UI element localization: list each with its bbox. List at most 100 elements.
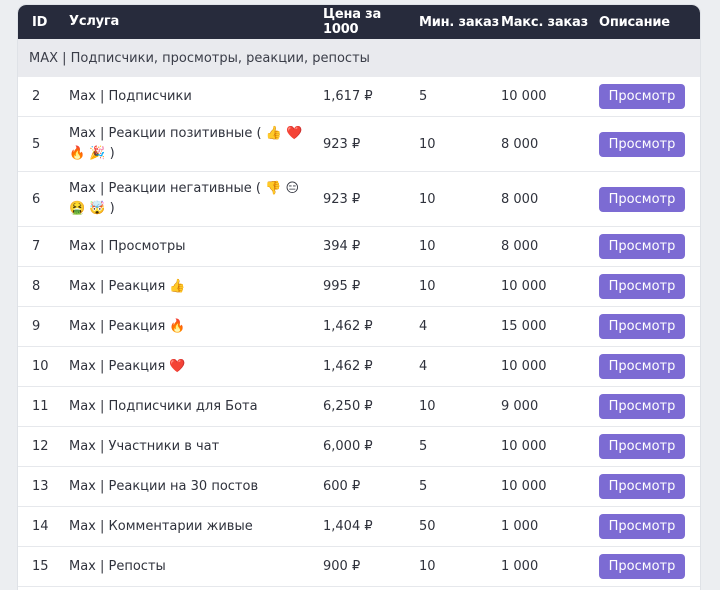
row-max-order: 10 000 bbox=[501, 479, 547, 494]
table-row: 7 Max | Просмотры 394 ₽ 10 8 000 Просмотр bbox=[18, 227, 700, 267]
row-id: 5 bbox=[32, 136, 41, 152]
view-button[interactable]: Просмотр bbox=[599, 314, 685, 339]
view-button[interactable]: Просмотр bbox=[599, 514, 685, 539]
row-service: Max | Реакции негативные ( 👎 😑 🤮 🤯 ) bbox=[69, 181, 300, 216]
view-button[interactable]: Просмотр bbox=[599, 434, 685, 459]
row-price: 900 ₽ bbox=[323, 559, 361, 574]
row-description: Просмотр bbox=[599, 186, 700, 212]
row-price: 1,462 ₽ bbox=[323, 319, 373, 334]
table-body: 2 Max | Подписчики 1,617 ₽5 10 000 Просмотр 5… bbox=[18, 77, 700, 587]
row-id: 6 bbox=[32, 191, 41, 207]
table-row: 12 Max | Участники в чат 6,000 ₽ 5 10 000 Про… bbox=[18, 427, 700, 467]
view-button[interactable]: Просмотр bbox=[599, 131, 685, 157]
row-max-order: 9 000 bbox=[501, 399, 539, 414]
row-service: Max | Комментарии живые bbox=[69, 518, 253, 534]
row-service: Max | Подписчики bbox=[69, 88, 192, 104]
row-price: 1,617 ₽ bbox=[323, 89, 373, 104]
row-price: 6,250 ₽ bbox=[323, 399, 373, 414]
row-description: Просмотр bbox=[599, 514, 700, 539]
row-description: Просмотр bbox=[599, 84, 700, 109]
table-row: 15 Max | Репосты 900 ₽ 10 1 000 Просмотр bbox=[18, 547, 700, 587]
row-service: Max | Просмотры bbox=[69, 238, 186, 254]
row-id: 14 bbox=[32, 519, 49, 534]
row-price: 923 ₽ bbox=[323, 191, 361, 207]
header-min-order: Мин. заказ bbox=[419, 14, 499, 30]
row-service: Max | Реакция ❤️ bbox=[69, 358, 186, 374]
row-max-order: 1 000 bbox=[501, 559, 539, 574]
row-min-order: 5 bbox=[419, 89, 428, 104]
view-button[interactable]: Просмотр bbox=[599, 234, 685, 259]
row-min-order: 5 bbox=[419, 479, 428, 494]
row-min-order: 10 bbox=[419, 399, 436, 414]
row-price: 394 ₽ bbox=[323, 239, 361, 254]
view-button[interactable]: Просмотр bbox=[599, 554, 685, 579]
row-description: Просмотр bbox=[599, 131, 700, 157]
row-service: Max | Подписчики для Бота bbox=[69, 398, 258, 414]
row-min-order: 4 bbox=[419, 319, 428, 334]
category-row: MAX | Подписчики, просмотры, реакции, ре… bbox=[18, 39, 700, 77]
header-id: ID bbox=[32, 14, 48, 30]
row-id: 8 bbox=[32, 279, 41, 294]
row-min-order: 10 bbox=[419, 239, 436, 254]
table-row: 10 Max | Реакция ❤️ 1,462 ₽ 4 10 000 Просмотр bbox=[18, 347, 700, 387]
row-min-order: 10 bbox=[419, 559, 436, 574]
row-max-order: 15 000 bbox=[501, 319, 547, 334]
table-row: 9 Max | Реакция 🔥 1,462 ₽ 4 15 000 Просмотр bbox=[18, 307, 700, 347]
row-service: Max | Реакции на 30 постов bbox=[69, 478, 259, 494]
view-button[interactable]: Просмотр bbox=[599, 186, 685, 212]
row-id: 9 bbox=[32, 319, 41, 334]
table-row: 6 Max | Реакции негативные ( 👎 😑 🤮 🤯 ) 923… bbox=[18, 172, 700, 227]
row-description: Просмотр bbox=[599, 434, 700, 459]
view-button[interactable]: Просмотр bbox=[599, 394, 685, 419]
row-description: Просмотр bbox=[599, 234, 700, 259]
row-min-order: 5 bbox=[419, 439, 428, 454]
view-button[interactable]: Просмотр bbox=[599, 354, 685, 379]
table-row: 11 Max | Подписчики для Бота 6,250 ₽ 10 9 00… bbox=[18, 387, 700, 427]
row-service: Max | Репосты bbox=[69, 558, 166, 574]
table-row: 5 Max | Реакции позитивные ( 👍 ❤️ 🔥 🎉 ) 92… bbox=[18, 117, 700, 172]
row-min-order: 10 bbox=[419, 191, 436, 207]
row-description: Просмотр bbox=[599, 394, 700, 419]
row-min-order: 10 bbox=[419, 136, 436, 152]
table-row: 13 Max | Реакции на 30 постов 600 ₽ 5 10 000… bbox=[18, 467, 700, 507]
row-max-order: 10 000 bbox=[501, 439, 547, 454]
header-price: Цена за 1000 bbox=[323, 7, 382, 37]
row-min-order: 10 bbox=[419, 279, 436, 294]
row-id: 10 bbox=[32, 359, 49, 374]
row-service: Max | Участники в чат bbox=[69, 438, 220, 454]
table-row: 14 Max | Комментарии живые 1,404 ₽ 50 1 000 П… bbox=[18, 507, 700, 547]
row-service: Max | Реакция 🔥 bbox=[69, 318, 186, 334]
header-service: Услуга bbox=[69, 14, 120, 29]
row-id: 15 bbox=[32, 559, 49, 574]
row-price: 923 ₽ bbox=[323, 136, 361, 152]
table-row: 2 Max | Подписчики 1,617 ₽ 5 10 000 Просмотр bbox=[18, 77, 700, 117]
row-price: 1,404 ₽ bbox=[323, 519, 373, 534]
header-description: Описание bbox=[599, 14, 670, 30]
row-id: 7 bbox=[32, 239, 41, 254]
row-max-order: 8 000 bbox=[501, 136, 539, 152]
row-min-order: 4 bbox=[419, 359, 428, 374]
row-max-order: 10 000 bbox=[501, 359, 547, 374]
view-button[interactable]: Просмотр bbox=[599, 84, 685, 109]
row-description: Просмотр bbox=[599, 474, 700, 499]
services-table: ID Услуга Цена за 1000 Мин. заказ Макс. … bbox=[18, 5, 700, 590]
view-button[interactable]: Просмотр bbox=[599, 474, 685, 499]
table-row: 8 Max | Реакция 👍 995 ₽ 10 10 000 Просмотр bbox=[18, 267, 700, 307]
row-id: 12 bbox=[32, 439, 49, 454]
row-min-order: 50 bbox=[419, 519, 436, 534]
table-header: ID Услуга Цена за 1000 Мин. заказ Макс. … bbox=[18, 5, 700, 39]
row-service: Max | Реакции позитивные ( 👍 ❤️ 🔥 🎉 ) bbox=[69, 126, 303, 161]
row-price: 6,000 ₽ bbox=[323, 439, 373, 454]
row-price: 995 ₽ bbox=[323, 279, 361, 294]
row-max-order: 8 000 bbox=[501, 191, 539, 207]
view-button[interactable]: Просмотр bbox=[599, 274, 685, 299]
row-id: 2 bbox=[32, 89, 41, 104]
row-price: 1,462 ₽ bbox=[323, 359, 373, 374]
row-max-order: 1 000 bbox=[501, 519, 539, 534]
row-max-order: 10 000 bbox=[501, 279, 547, 294]
header-max-order: Макс. заказ bbox=[501, 14, 588, 30]
row-description: Просмотр bbox=[599, 314, 700, 339]
row-description: Просмотр bbox=[599, 554, 700, 579]
row-price: 600 ₽ bbox=[323, 479, 361, 494]
row-id: 11 bbox=[32, 399, 49, 414]
